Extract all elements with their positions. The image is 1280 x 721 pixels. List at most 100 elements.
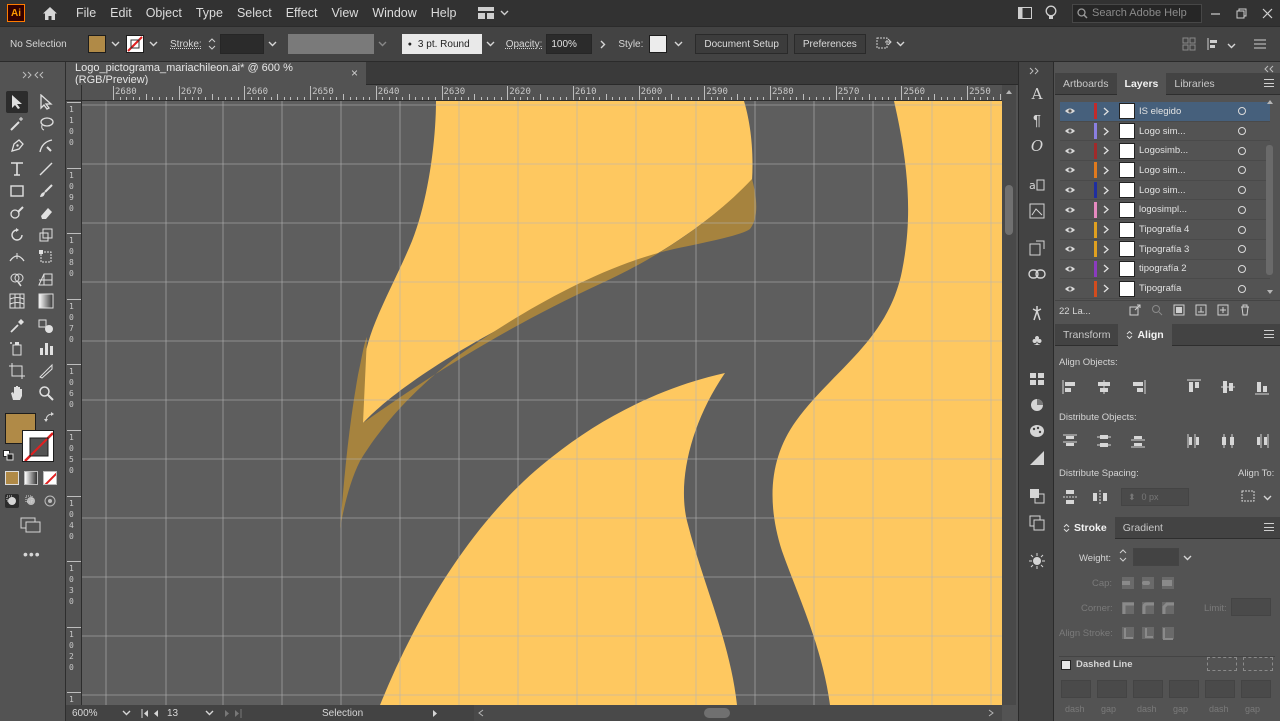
chevron-right-icon[interactable] bbox=[1103, 205, 1113, 214]
link-chain-icon[interactable] bbox=[1027, 264, 1047, 284]
chevron-right-icon[interactable] bbox=[1103, 107, 1113, 116]
new-sublayer-icon[interactable] bbox=[1195, 304, 1207, 319]
tab-stroke[interactable]: Stroke bbox=[1055, 516, 1115, 539]
glyphs-panel-icon[interactable]: a bbox=[1027, 175, 1047, 195]
canvas-area[interactable] bbox=[82, 101, 1002, 705]
grid-options-icon[interactable] bbox=[1182, 37, 1196, 54]
delete-layer-icon[interactable] bbox=[1239, 304, 1251, 319]
layer-target-icon[interactable] bbox=[1238, 284, 1246, 293]
home-icon[interactable] bbox=[41, 5, 59, 21]
shape-top-wing[interactable] bbox=[361, 101, 753, 423]
hand-tool-icon[interactable] bbox=[6, 382, 28, 404]
ruler-origin[interactable] bbox=[66, 85, 82, 101]
layer-name[interactable]: Logo sim... bbox=[1139, 126, 1238, 137]
round-cap-button[interactable] bbox=[1139, 574, 1157, 592]
tab-transform[interactable]: Transform bbox=[1055, 324, 1118, 346]
align-stroke-outside-button[interactable] bbox=[1159, 624, 1177, 642]
butt-cap-button[interactable] bbox=[1119, 574, 1137, 592]
vertical-distribute-space-button[interactable] bbox=[1061, 488, 1079, 506]
layer-row[interactable]: Tipografía 4 bbox=[1060, 220, 1270, 240]
chevron-down-icon[interactable] bbox=[486, 39, 496, 49]
mesh-tool-icon[interactable] bbox=[6, 290, 28, 312]
chevron-down-icon[interactable] bbox=[122, 710, 131, 716]
free-transform-icon[interactable] bbox=[35, 246, 57, 268]
draw-behind-icon[interactable] bbox=[24, 494, 38, 511]
brush-definition[interactable]: ● 3 pt. Round bbox=[401, 34, 482, 54]
symbols-panel-icon[interactable]: ♣ bbox=[1027, 330, 1047, 350]
chevron-down-icon[interactable] bbox=[148, 39, 158, 49]
pen-tool-icon[interactable] bbox=[6, 135, 28, 157]
menu-effect[interactable]: Effect bbox=[279, 0, 325, 26]
round-join-button[interactable] bbox=[1139, 599, 1157, 617]
tab-libraries[interactable]: Libraries bbox=[1166, 73, 1222, 95]
chevron-right-icon[interactable] bbox=[1103, 264, 1113, 273]
dash-input[interactable] bbox=[1133, 680, 1163, 698]
selection-tool[interactable] bbox=[6, 91, 28, 113]
spacing-input[interactable]: ⬍ 0 px bbox=[1121, 488, 1189, 506]
distribute-horizontal-center-button[interactable] bbox=[1219, 432, 1237, 450]
rectangle-tool-icon[interactable] bbox=[6, 180, 28, 202]
distribute-left-button[interactable] bbox=[1185, 432, 1203, 450]
magic-wand-icon[interactable] bbox=[6, 113, 28, 135]
eye-icon[interactable] bbox=[1064, 265, 1076, 273]
eye-icon[interactable] bbox=[1064, 245, 1076, 253]
menu-help[interactable]: Help bbox=[424, 0, 464, 26]
new-layer-icon[interactable] bbox=[1217, 304, 1229, 319]
layer-target-icon[interactable] bbox=[1238, 166, 1246, 175]
weight-input[interactable] bbox=[1133, 548, 1179, 566]
align-stroke-inside-button[interactable] bbox=[1139, 624, 1157, 642]
image-trace-icon[interactable] bbox=[1027, 201, 1047, 221]
stroke-swatch[interactable] bbox=[126, 35, 144, 53]
align-top-button[interactable] bbox=[1185, 378, 1203, 396]
swap-fill-stroke-icon[interactable] bbox=[44, 412, 55, 426]
type-tool-icon[interactable] bbox=[6, 158, 28, 180]
eraser-icon[interactable] bbox=[35, 202, 57, 224]
document-tab[interactable]: Logo_pictograma_mariachileon.ai* @ 600 %… bbox=[66, 62, 366, 86]
preferences-button[interactable]: Preferences bbox=[793, 34, 866, 54]
menu-type[interactable]: Type bbox=[189, 0, 230, 26]
stroke-weight-input[interactable] bbox=[219, 34, 264, 54]
layer-row[interactable]: Logo sim... bbox=[1060, 161, 1270, 181]
chevron-right-icon[interactable] bbox=[598, 39, 608, 49]
artboard-artwork[interactable] bbox=[82, 101, 1002, 705]
gap-input[interactable] bbox=[1241, 680, 1271, 698]
status-menu-arrow-icon[interactable] bbox=[432, 709, 438, 718]
eye-icon[interactable] bbox=[1064, 147, 1076, 155]
control-menu-icon[interactable] bbox=[1254, 39, 1266, 52]
gradient-tool-icon[interactable] bbox=[35, 290, 57, 312]
vertical-scroll-thumb[interactable] bbox=[1005, 185, 1013, 235]
opentype-panel-icon[interactable]: O bbox=[1027, 136, 1047, 156]
layer-target-icon[interactable] bbox=[1238, 186, 1246, 195]
gap-input[interactable] bbox=[1097, 680, 1127, 698]
layers-panel-menu-icon[interactable] bbox=[1264, 79, 1274, 87]
stroke-weight-stepper[interactable] bbox=[208, 38, 216, 50]
chevron-down-icon[interactable] bbox=[896, 39, 906, 49]
lasso-icon[interactable] bbox=[35, 113, 57, 135]
artboard-number[interactable]: 13 bbox=[167, 708, 197, 719]
layer-name[interactable]: Tipografía bbox=[1139, 283, 1238, 294]
minimize-icon[interactable] bbox=[1202, 0, 1228, 26]
gradient-mode-button[interactable] bbox=[24, 471, 38, 485]
align-vertical-center-button[interactable] bbox=[1219, 378, 1237, 396]
restore-icon[interactable] bbox=[1228, 0, 1254, 26]
chevron-down-icon[interactable] bbox=[1183, 555, 1192, 561]
vertical-scrollbar[interactable] bbox=[1002, 85, 1016, 705]
chevron-right-icon[interactable] bbox=[1103, 284, 1113, 293]
next-artboard-icon[interactable] bbox=[224, 709, 230, 718]
layer-target-icon[interactable] bbox=[1238, 146, 1246, 155]
export-layer-icon[interactable] bbox=[1129, 304, 1141, 319]
dashed-line-checkbox[interactable] bbox=[1061, 660, 1071, 670]
draw-normal-icon[interactable] bbox=[5, 494, 19, 508]
distribute-vertical-center-button[interactable] bbox=[1095, 432, 1113, 450]
chevron-down-icon[interactable] bbox=[673, 39, 683, 49]
scroll-right-icon[interactable] bbox=[988, 709, 994, 717]
horizontal-scroll-thumb[interactable] bbox=[704, 708, 730, 718]
zoom-level[interactable]: 600% bbox=[72, 708, 116, 719]
preserve-dash-button[interactable] bbox=[1207, 657, 1237, 671]
layer-row[interactable]: Logo sim... bbox=[1060, 122, 1270, 142]
panel-collapse-arrows[interactable] bbox=[0, 62, 66, 88]
chevron-right-icon[interactable] bbox=[1103, 186, 1113, 195]
screen-mode-icon[interactable] bbox=[20, 517, 42, 536]
links-panel-icon[interactable] bbox=[1027, 238, 1047, 258]
layer-row[interactable]: logosimpl... bbox=[1060, 201, 1270, 221]
